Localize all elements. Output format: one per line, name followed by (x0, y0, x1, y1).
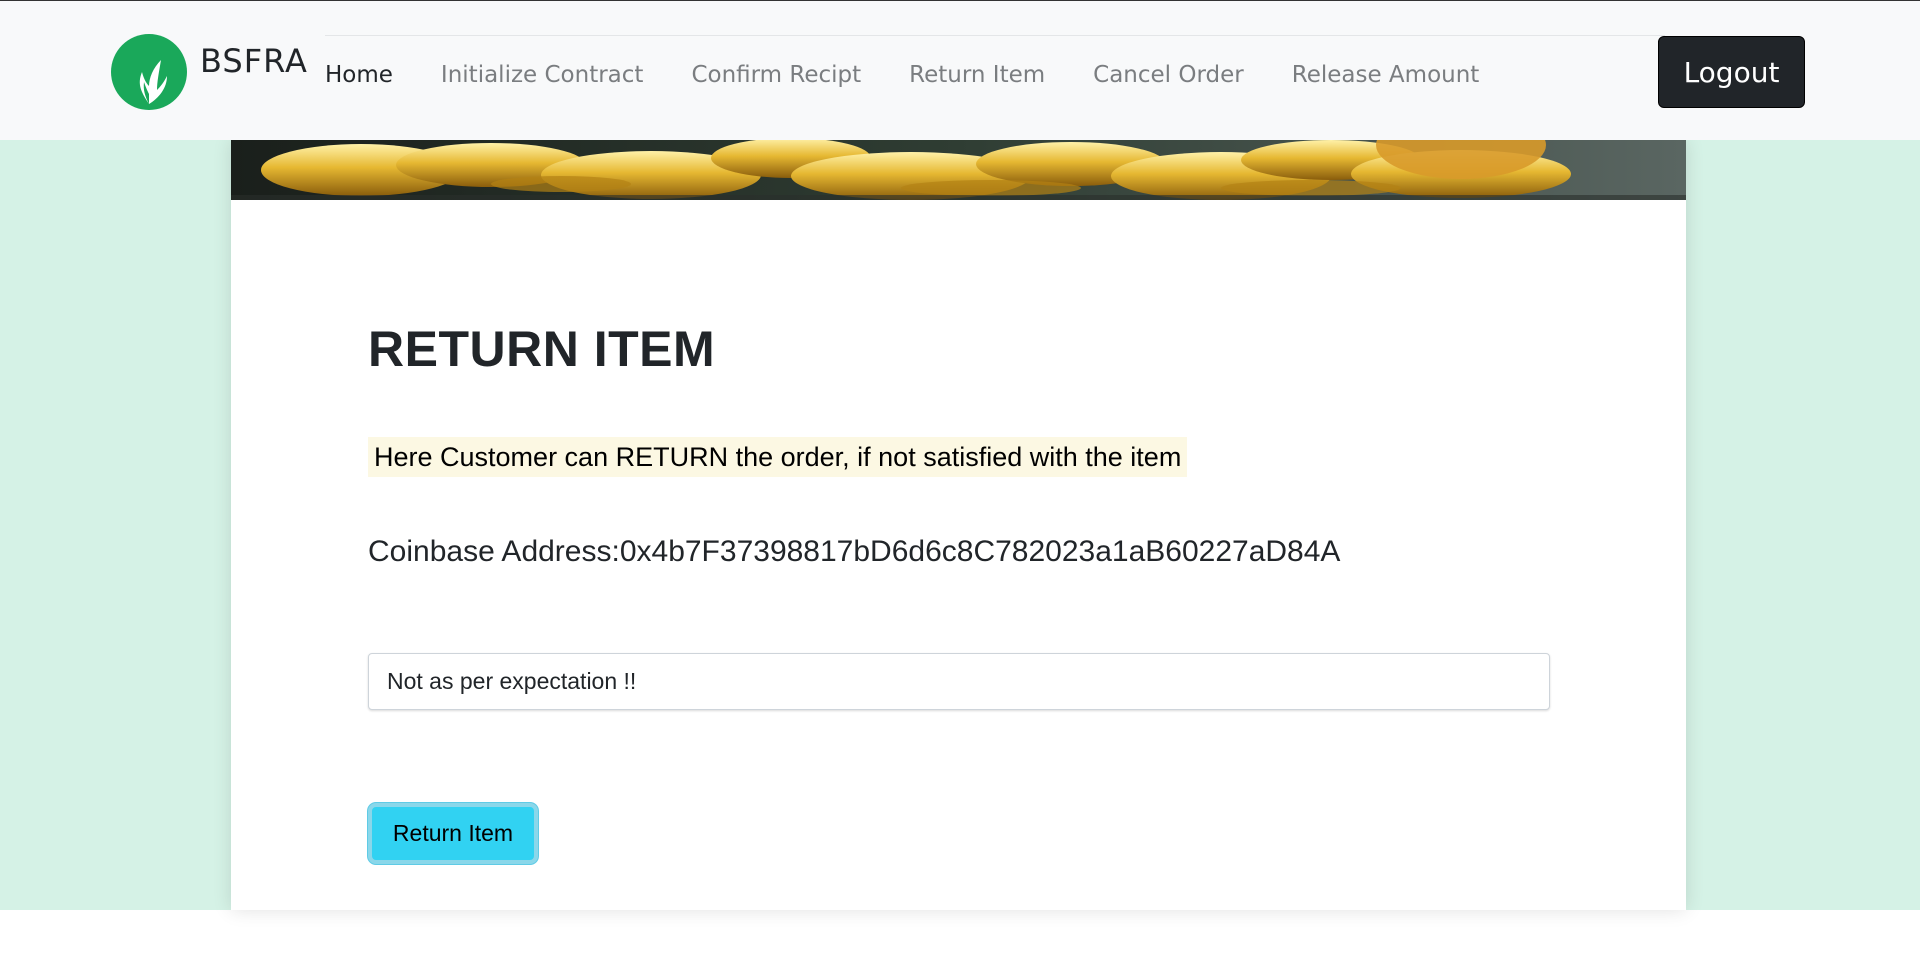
page: RETURN ITEM Here Customer can RETURN the… (0, 0, 1920, 963)
logout-button[interactable]: Logout (1658, 36, 1805, 108)
nav-item-initialize-contract[interactable]: Initialize Contract (441, 62, 644, 88)
top-border (0, 0, 1920, 1)
description-text: Here Customer can RETURN the order, if n… (368, 437, 1188, 477)
nav-item-cancel-order[interactable]: Cancel Order (1093, 62, 1244, 88)
page-title: RETURN ITEM (368, 321, 716, 377)
gold-coins-banner (231, 140, 1686, 200)
nav-divider (325, 35, 1665, 36)
main-card: RETURN ITEM Here Customer can RETURN the… (231, 140, 1686, 910)
coinbase-address: Coinbase Address:0x4b7F37398817bD6d6c8C7… (368, 535, 1341, 568)
return-reason-input[interactable] (368, 653, 1550, 710)
brand-name[interactable]: BSFRA (200, 42, 308, 80)
return-item-button[interactable]: Return Item (368, 803, 538, 864)
nav-item-confirm-recipt[interactable]: Confirm Recipt (691, 62, 861, 88)
nav-item-return-item[interactable]: Return Item (909, 62, 1045, 88)
navbar: BSFRA Home Initialize Contract Confirm R… (0, 1, 1920, 140)
nav-links: Home Initialize Contract Confirm Recipt … (325, 57, 1527, 93)
nav-item-release-amount[interactable]: Release Amount (1292, 62, 1480, 88)
green-leaf-logo-icon[interactable] (111, 34, 187, 110)
nav-item-home[interactable]: Home (325, 62, 393, 88)
